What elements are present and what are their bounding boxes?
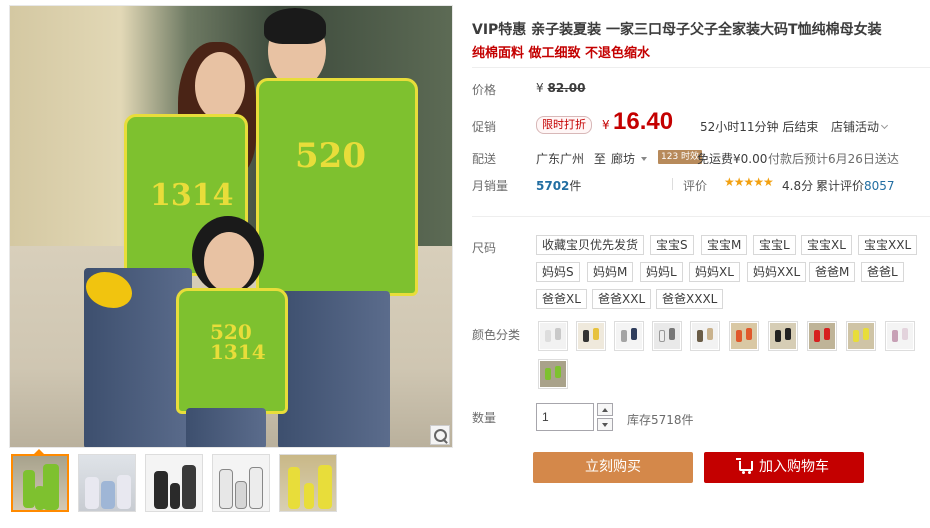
quantity-input[interactable]: 1 (536, 403, 594, 431)
dad-shirt-print: 520 (295, 136, 366, 176)
size-option[interactable]: 爸爸XL (536, 289, 587, 309)
divider (672, 178, 673, 190)
size-option[interactable]: 妈妈M (587, 262, 634, 282)
color-swatch[interactable] (614, 321, 644, 351)
shipping-label: 配送 (472, 152, 497, 166)
add-to-cart-button[interactable]: 加入购物车 (704, 452, 864, 483)
ship-to-city: 廊坊 (611, 152, 636, 166)
original-price: ¥ 82.00 (536, 81, 585, 95)
star-rating-icon: ★★★★★ (724, 175, 774, 189)
size-option[interactable]: 宝宝XL (801, 235, 852, 255)
stock-count: 库存5718件 (627, 413, 694, 427)
review-count-label: 累计评价 (816, 179, 865, 193)
add-to-cart-label: 加入购物车 (759, 459, 829, 475)
size-option[interactable]: 宝宝L (753, 235, 796, 255)
monthly-sales-count: 5702 (536, 179, 570, 193)
size-option[interactable]: 妈妈S (536, 262, 580, 282)
color-swatch[interactable] (768, 321, 798, 351)
promo-tag: 限时打折 (536, 116, 592, 134)
product-subtitle: 纯棉面料 做工细致 不退色缩水 (472, 46, 651, 61)
price-label: 价格 (472, 83, 497, 97)
mom-shirt-print: 1314 (150, 178, 234, 213)
size-option[interactable]: 宝宝S (650, 235, 694, 255)
size-option[interactable]: 宝宝M (701, 235, 748, 255)
original-price-value: 82.00 (547, 81, 586, 95)
review-count-value: 8057 (864, 179, 895, 193)
divider (472, 67, 930, 68)
promo-price: 16.40 (613, 108, 674, 135)
free-shipping: 免运费¥0.00 (697, 152, 768, 166)
review-count-link[interactable]: 累计评价8057 (816, 177, 895, 194)
product-gallery: 520 1314 520 1314 (9, 5, 453, 448)
size-option[interactable]: 爸爸XXL (592, 289, 652, 309)
quantity-label: 数量 (472, 411, 497, 425)
color-swatch[interactable] (690, 321, 720, 351)
ship-from-city: 广东广州 (536, 152, 585, 166)
thumbnail-2[interactable] (78, 454, 136, 512)
color-swatch[interactable] (538, 321, 568, 351)
divider (472, 216, 930, 217)
monthly-sales: 5702件 (536, 177, 581, 194)
size-option[interactable]: 爸爸M (809, 262, 856, 282)
thumbnail-3[interactable] (145, 454, 203, 512)
delivery-estimate: 付款后预计6月26日送达 (768, 152, 899, 166)
original-price-currency: ¥ (536, 81, 544, 95)
buy-now-button[interactable]: 立刻购买 (533, 452, 693, 483)
ship-from: 广东广州 至 (536, 150, 606, 167)
delivery-speed-badge: 123 时效 (658, 150, 703, 164)
shopping-cart-icon (736, 458, 753, 474)
ship-to-word: 至 (593, 152, 606, 166)
color-swatch[interactable] (538, 359, 568, 389)
thumbnail-strip (11, 454, 346, 512)
monthly-sales-unit: 件 (569, 179, 582, 193)
rating-score: 4.8分 (782, 179, 814, 193)
store-activity-label: 店铺活动 (831, 120, 880, 134)
color-swatch[interactable] (576, 321, 606, 351)
caret-down-icon (641, 157, 648, 161)
monthly-sales-label: 月销量 (472, 179, 509, 193)
size-option[interactable]: 宝宝XXL (858, 235, 918, 255)
kid-shirt-print: 520 1314 (210, 320, 266, 364)
color-swatch[interactable] (729, 321, 759, 351)
size-option[interactable]: 爸爸XXXL (656, 289, 724, 309)
size-option[interactable]: 爸爸L (861, 262, 904, 282)
size-option[interactable]: 妈妈L (640, 262, 683, 282)
store-activity-dropdown[interactable]: 店铺活动 (831, 118, 889, 135)
size-option[interactable]: 妈妈XXL (747, 262, 807, 282)
color-label: 颜色分类 (472, 328, 521, 342)
product-title: VIP特惠 亲子装夏装 一家三口母子父子全家装大码T恤纯棉母女装 (472, 22, 882, 38)
promo-countdown: 52小时11分钟 后结束 (700, 120, 819, 134)
color-swatch[interactable] (885, 321, 915, 351)
quantity-decrease-button[interactable] (597, 418, 613, 431)
color-swatch[interactable] (807, 321, 837, 351)
thumbnail-4[interactable] (212, 454, 270, 512)
main-product-image[interactable]: 520 1314 520 1314 (9, 5, 453, 448)
promo-label: 促销 (472, 120, 497, 134)
size-option[interactable]: 妈妈XL (689, 262, 740, 282)
color-swatch[interactable] (846, 321, 876, 351)
size-option[interactable]: 收藏宝贝优先发货 (536, 235, 645, 255)
size-label: 尺码 (472, 241, 497, 255)
promo-currency: ¥ (602, 118, 610, 132)
ship-to-selector[interactable]: 廊坊 (611, 150, 648, 167)
color-swatch[interactable] (652, 321, 682, 351)
thumbnail-1[interactable] (11, 454, 69, 512)
chevron-down-icon (880, 121, 889, 130)
thumbnail-5[interactable] (279, 454, 337, 512)
quantity-increase-button[interactable] (597, 403, 613, 416)
magnifier-icon[interactable] (430, 425, 450, 445)
rating-label: 评价 (683, 179, 708, 193)
